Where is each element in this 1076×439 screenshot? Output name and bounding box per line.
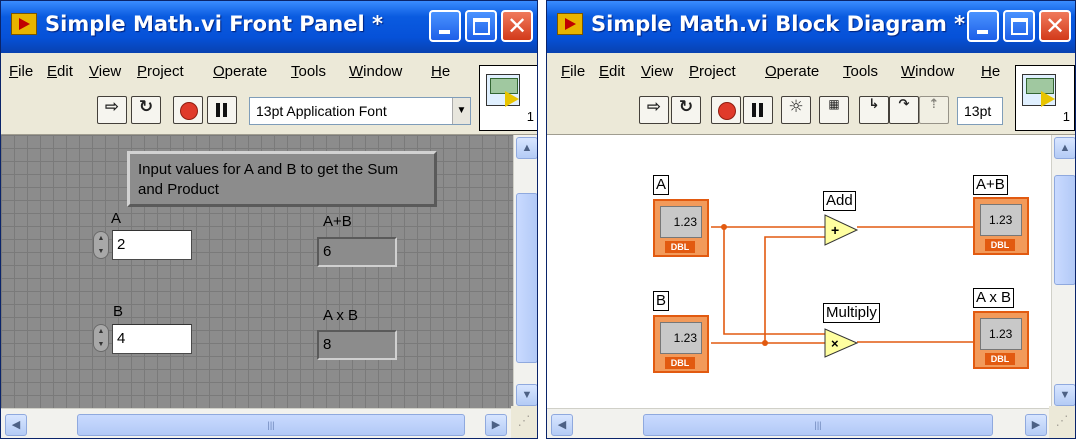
scroll-left-icon[interactable]: ◀	[5, 414, 27, 436]
control-b-input[interactable]: 4	[112, 324, 192, 354]
indicator-sum-label: A+B	[323, 213, 352, 230]
close-button[interactable]: ✕	[501, 10, 533, 42]
title-bar[interactable]: Simple Math.vi Front Panel * ✕	[1, 1, 537, 53]
term-sum-value: 1.23	[980, 204, 1022, 236]
control-b-label: B	[113, 303, 124, 320]
menu-file[interactable]: File	[9, 63, 33, 80]
wire-junction-b	[762, 340, 768, 346]
wire-b-to-add	[764, 236, 825, 343]
pause-icon	[208, 97, 236, 123]
scroll-down-icon[interactable]: ▼	[1054, 384, 1075, 406]
vi-icon	[486, 74, 520, 107]
term-b[interactable]: 1.23 DBL	[653, 315, 709, 373]
indicator-sum: 6	[317, 237, 397, 267]
menu-help[interactable]: He	[431, 63, 450, 80]
add-node-label: Add	[823, 191, 856, 211]
block-diagram-window: Simple Math.vi Block Diagram * ✕ File Ed…	[546, 0, 1076, 439]
term-b-value: 1.23	[660, 322, 702, 354]
add-symbol: +	[831, 222, 839, 238]
minimize-button[interactable]	[429, 10, 461, 42]
term-product[interactable]: 1.23 DBL	[973, 311, 1029, 369]
term-b-label: B	[653, 291, 670, 311]
chevron-down-icon: ▼	[452, 98, 470, 124]
free-label-note: Input values for A and B to get the Sum …	[127, 151, 437, 207]
close-icon: ✕	[506, 12, 528, 40]
add-node-icon[interactable]	[824, 214, 859, 246]
term-b-type: DBL	[665, 357, 695, 369]
control-a-increment-icon[interactable]: ▲ ▼	[93, 231, 109, 259]
menu-view[interactable]: View	[89, 63, 121, 80]
abort-button[interactable]	[173, 96, 203, 124]
menu-edit[interactable]: Edit	[47, 63, 73, 80]
control-a-input[interactable]: 2	[112, 230, 192, 260]
horizontal-scrollbar[interactable]: ◀ ||| ▶	[547, 408, 1051, 438]
scroll-up-icon[interactable]: ▲	[516, 137, 537, 159]
resize-grip-icon[interactable]: ⋰	[1049, 406, 1075, 438]
scroll-left-icon[interactable]: ◀	[551, 414, 573, 436]
run-continuously-icon: ↻	[138, 97, 154, 117]
labview-icon	[11, 13, 37, 35]
term-product-type: DBL	[985, 353, 1015, 365]
maximize-icon	[473, 18, 490, 35]
connector-pane[interactable]: 1	[479, 65, 537, 131]
vertical-scroll-thumb[interactable]	[516, 193, 537, 363]
resize-grip-icon[interactable]: ⋰	[511, 406, 537, 438]
term-sum-label: A+B	[973, 175, 1008, 195]
run-continuously-button[interactable]: ↻	[131, 96, 161, 124]
term-a[interactable]: 1.23 DBL	[653, 199, 709, 257]
indicator-product: 8	[317, 330, 397, 360]
horizontal-scroll-thumb[interactable]: |||	[77, 414, 465, 436]
menu-tools[interactable]: Tools	[291, 63, 326, 80]
front-panel-window: Simple Math.vi Front Panel * ✕ File Edit…	[0, 0, 538, 439]
font-selector[interactable]: 13pt Application Font ▼	[249, 97, 471, 125]
term-a-label: A	[653, 175, 670, 195]
scroll-right-icon[interactable]: ▶	[485, 414, 507, 436]
term-product-value: 1.23	[980, 318, 1022, 350]
indicator-product-label: A x B	[323, 307, 359, 324]
term-a-value: 1.23	[660, 206, 702, 238]
menu-project[interactable]: Project	[137, 63, 184, 80]
control-a-label: A	[111, 210, 122, 227]
scroll-right-icon[interactable]: ▶	[1025, 414, 1047, 436]
minimize-icon	[439, 30, 450, 34]
run-arrow-icon: ⇨	[104, 97, 120, 117]
wire-a-to-multiply	[723, 227, 825, 335]
vertical-scrollbar[interactable]: ▲ ▼	[1051, 135, 1075, 408]
multiply-node-icon[interactable]	[824, 328, 859, 358]
scroll-down-icon[interactable]: ▼	[516, 384, 537, 406]
term-a-type: DBL	[665, 241, 695, 253]
window-title: Simple Math.vi Front Panel *	[45, 12, 383, 36]
run-button[interactable]: ⇨	[97, 96, 127, 124]
vertical-scrollbar[interactable]: ▲ ▼	[513, 135, 537, 408]
menu-operate[interactable]: Operate	[213, 63, 267, 80]
scroll-up-icon[interactable]: ▲	[1054, 137, 1075, 159]
multiply-node-label: Multiply	[823, 303, 880, 323]
maximize-button[interactable]	[465, 10, 497, 42]
menu-window[interactable]: Window	[349, 63, 402, 80]
horizontal-scroll-thumb[interactable]: |||	[643, 414, 993, 436]
connector-number: 1	[526, 109, 534, 124]
control-b-increment-icon[interactable]: ▲ ▼	[93, 324, 109, 352]
term-sum-type: DBL	[985, 239, 1015, 251]
term-product-label: A x B	[973, 288, 1015, 308]
toolbar: ⇨ ↻ 13pt Application Font ▼	[1, 91, 537, 135]
multiply-symbol: ×	[831, 336, 839, 351]
vertical-scroll-thumb[interactable]	[1054, 175, 1075, 285]
menu-bar: File Edit View Project Operate Tools Win…	[1, 53, 537, 91]
term-sum[interactable]: 1.23 DBL	[973, 197, 1029, 255]
stop-icon	[174, 97, 202, 123]
horizontal-scrollbar[interactable]: ◀ ||| ▶	[1, 408, 513, 438]
wire-junction-a	[721, 224, 727, 230]
pause-button[interactable]	[207, 96, 237, 124]
font-selector-value: 13pt Application Font	[256, 103, 387, 119]
